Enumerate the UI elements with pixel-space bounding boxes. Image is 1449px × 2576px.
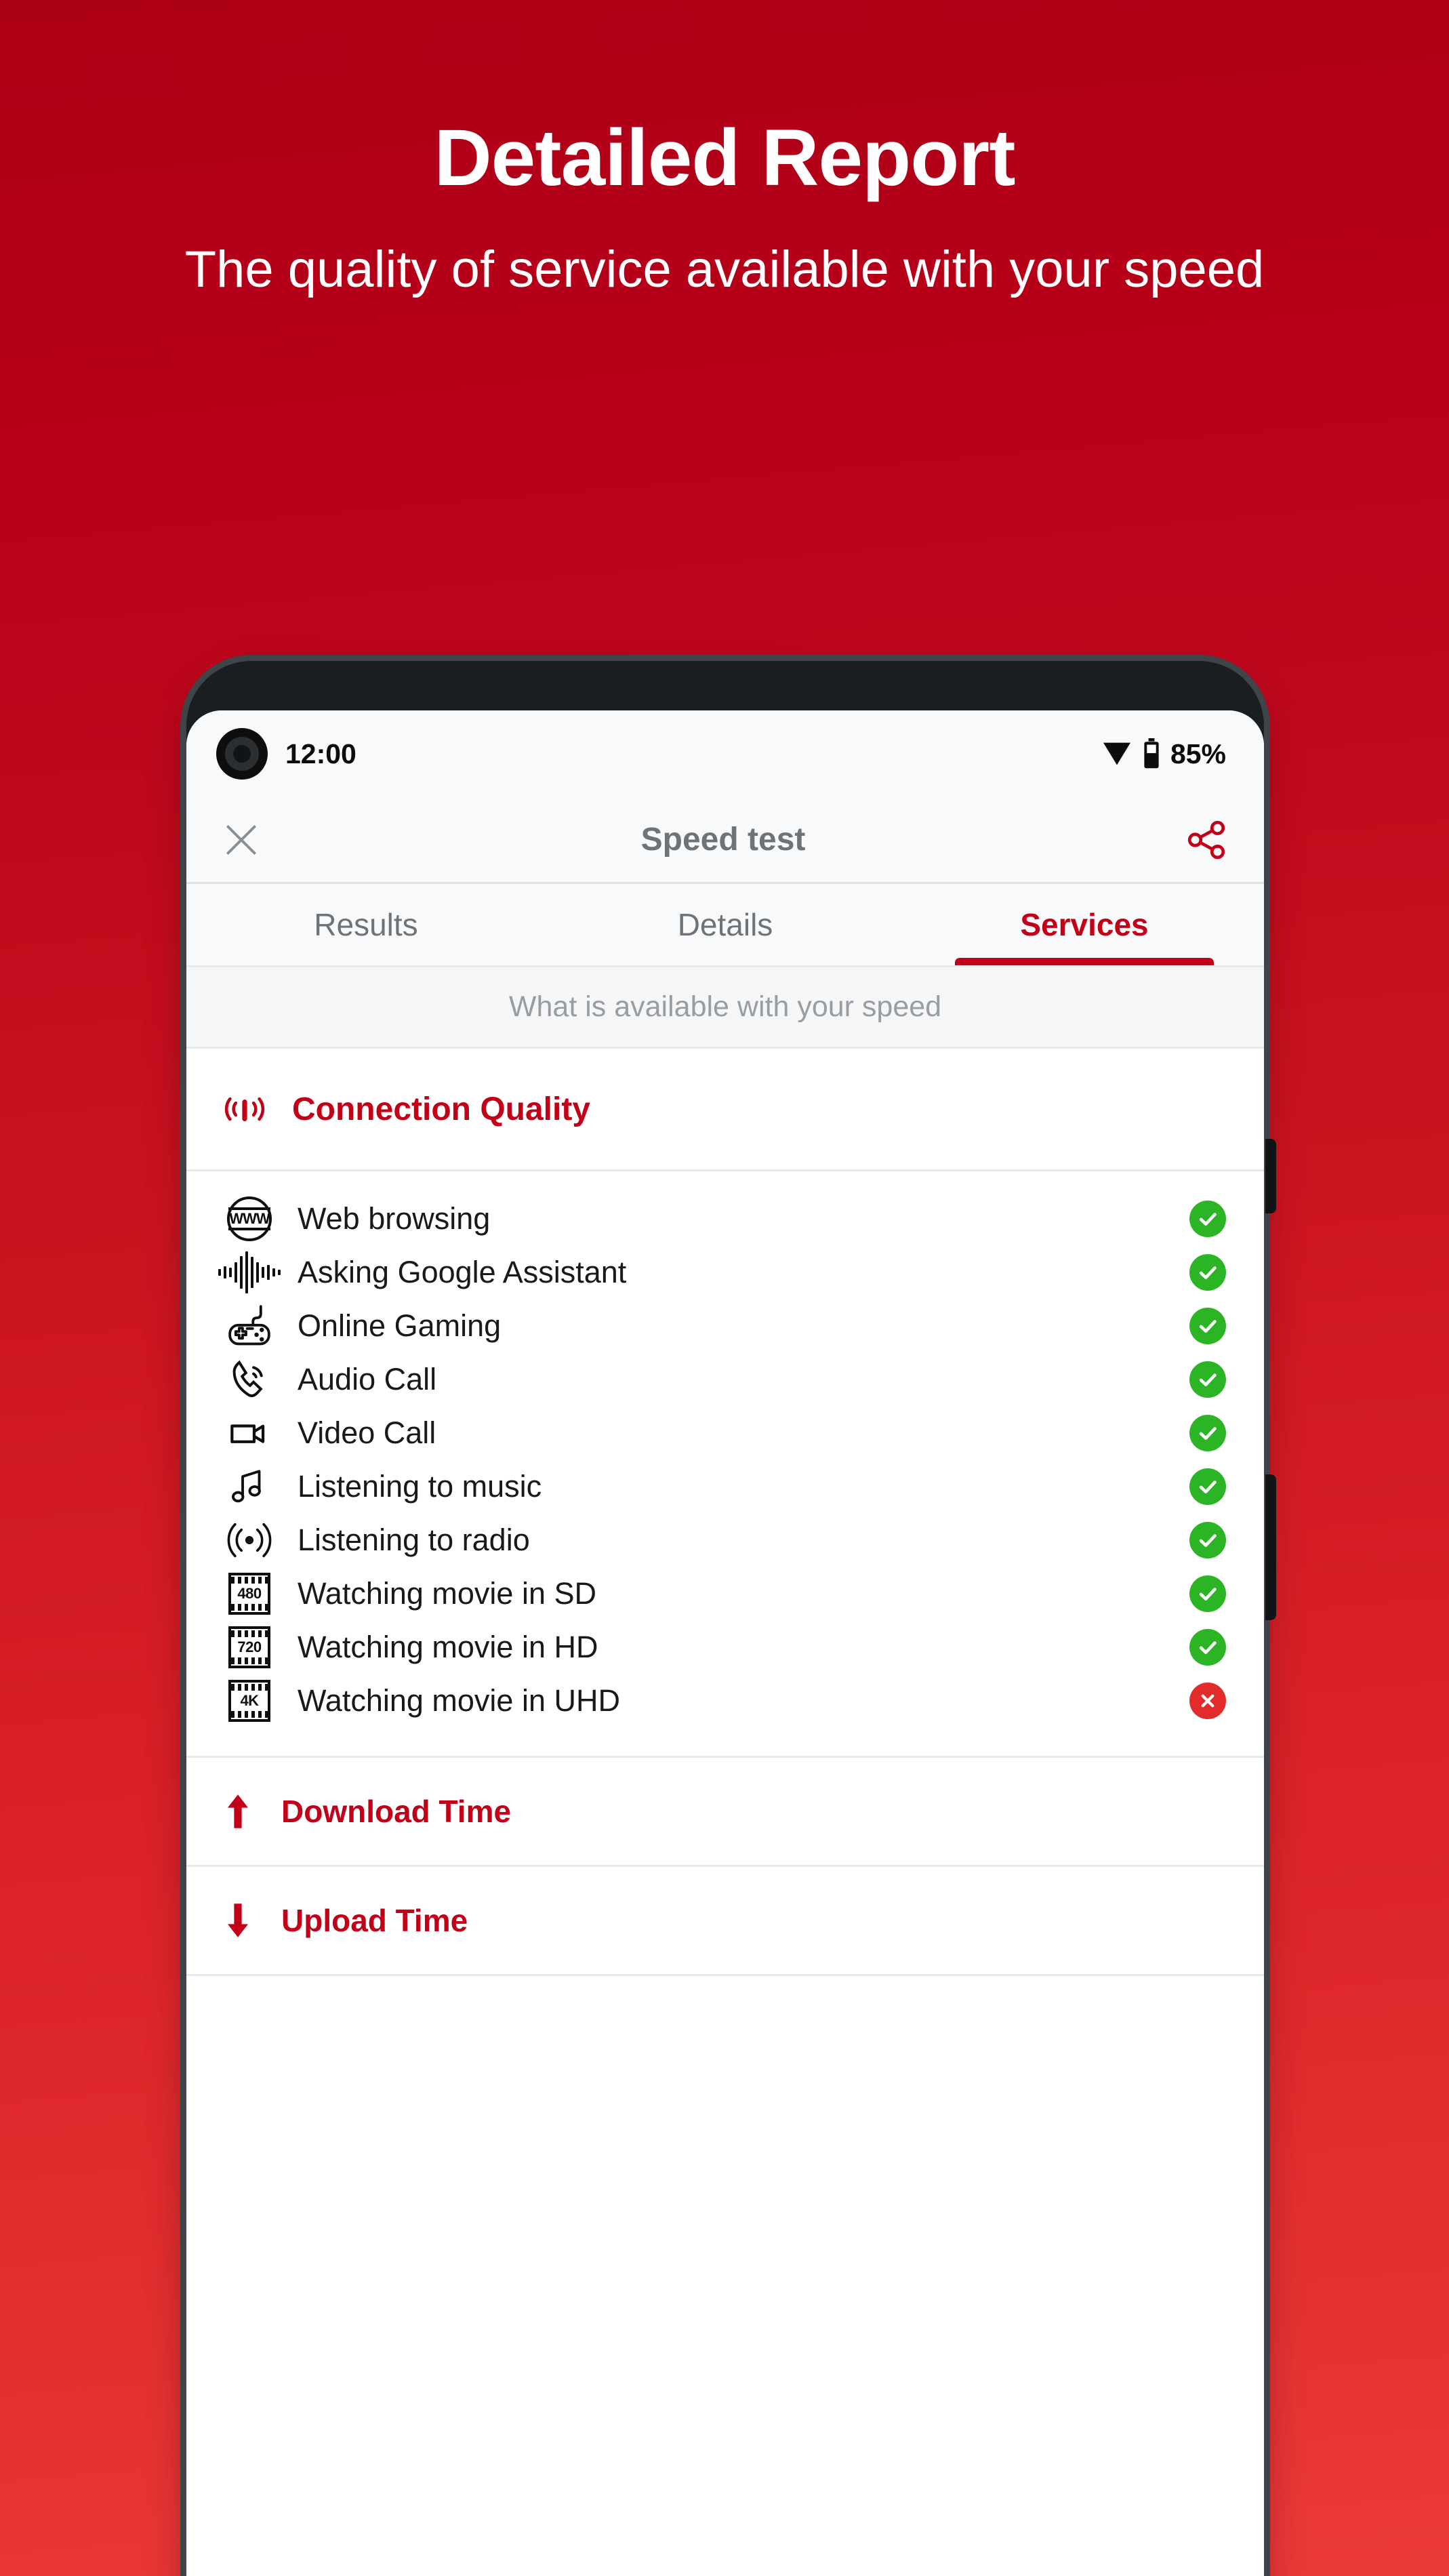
service-row-web-browsing[interactable]: WWW Web browsing xyxy=(186,1192,1264,1245)
service-label: Web browsing xyxy=(298,1201,491,1236)
gamepad-icon xyxy=(220,1302,279,1350)
share-button[interactable] xyxy=(1184,818,1229,862)
status-badge-ok xyxy=(1189,1307,1226,1344)
status-bar: 12:00 85% xyxy=(186,710,1264,797)
status-badge-ok xyxy=(1189,1575,1226,1612)
wifi-icon xyxy=(1103,742,1130,765)
close-icon xyxy=(226,824,257,855)
radio-waves-icon xyxy=(220,1519,279,1561)
status-badge-ok xyxy=(1189,1414,1226,1451)
battery-icon xyxy=(1144,738,1159,769)
promo-subtitle: The quality of service available with yo… xyxy=(184,241,1265,299)
check-icon xyxy=(1199,1426,1217,1440)
status-badge-ok xyxy=(1189,1521,1226,1558)
service-row-online-gaming[interactable]: Online Gaming xyxy=(186,1299,1264,1352)
phone-volume-button[interactable] xyxy=(1265,1139,1276,1213)
antenna-signal-icon xyxy=(224,1097,265,1121)
music-note-icon xyxy=(220,1464,279,1510)
front-camera-punchhole-icon xyxy=(216,728,268,780)
check-icon xyxy=(1199,1533,1217,1547)
status-badge-ok xyxy=(1189,1468,1226,1505)
download-time-label: Download Time xyxy=(281,1794,512,1829)
service-row-listening-to-radio[interactable]: Listening to radio xyxy=(186,1513,1264,1567)
service-label: Video Call xyxy=(298,1415,436,1450)
phone-power-button[interactable] xyxy=(1265,1474,1276,1620)
service-list: WWW Web browsing Asking Google Assistant… xyxy=(186,1171,1264,1756)
status-bar-time: 12:00 xyxy=(285,738,356,769)
video-camera-icon xyxy=(220,1409,279,1457)
service-row-listening-to-music[interactable]: Listening to music xyxy=(186,1460,1264,1513)
connection-quality-title: Connection Quality xyxy=(292,1091,591,1127)
www-globe-icon: WWW xyxy=(220,1196,279,1241)
check-icon xyxy=(1199,1641,1217,1654)
connection-quality-header[interactable]: Connection Quality xyxy=(186,1049,1264,1169)
film-resolution-label: 4K xyxy=(240,1691,259,1709)
empty-content-area xyxy=(186,1976,1264,2288)
service-label: Watching movie in HD xyxy=(298,1629,598,1664)
status-badge-ok xyxy=(1189,1253,1226,1291)
service-label: Watching movie in SD xyxy=(298,1575,596,1611)
status-bar-indicators: 85% xyxy=(1101,738,1226,770)
waveform-icon xyxy=(218,1250,281,1295)
tab-details[interactable]: Details xyxy=(546,884,905,965)
page-title: Speed test xyxy=(640,822,806,858)
app-bar: Speed test xyxy=(186,797,1264,882)
promo-title: Detailed Report xyxy=(434,113,1015,203)
service-row-audio-call[interactable]: Audio Call xyxy=(186,1352,1264,1406)
upload-time-section[interactable]: Upload Time xyxy=(186,1867,1264,1974)
arrow-down-icon xyxy=(227,1904,249,1937)
service-label: Watching movie in UHD xyxy=(298,1683,620,1718)
check-icon xyxy=(1199,1373,1217,1386)
service-label: Listening to music xyxy=(298,1468,542,1504)
service-row-watching-movie-hd[interactable]: 720 Watching movie in HD xyxy=(186,1620,1264,1674)
status-badge-fail xyxy=(1189,1682,1226,1719)
tab-services[interactable]: Services xyxy=(905,884,1264,965)
arrow-up-icon xyxy=(227,1794,249,1828)
service-label: Listening to radio xyxy=(298,1522,530,1557)
check-icon xyxy=(1199,1319,1217,1333)
phone-mockup: 12:00 85% Speed test Results Details Ser… xyxy=(186,661,1276,2576)
service-row-asking-google-assistant[interactable]: Asking Google Assistant xyxy=(186,1245,1264,1299)
check-icon xyxy=(1199,1212,1217,1226)
battery-percent-label: 85% xyxy=(1170,738,1226,769)
service-row-video-call[interactable]: Video Call xyxy=(186,1406,1264,1460)
check-icon xyxy=(1199,1480,1217,1493)
service-row-watching-movie-sd[interactable]: 480 Watching movie in SD xyxy=(186,1567,1264,1620)
status-badge-ok xyxy=(1189,1200,1226,1237)
subtitle-strip: What is available with your speed xyxy=(186,967,1264,1049)
tab-bar: Results Details Services xyxy=(186,882,1264,967)
film-480-icon: 480 xyxy=(220,1572,279,1615)
share-icon xyxy=(1187,820,1225,859)
upload-time-label: Upload Time xyxy=(281,1903,468,1938)
service-label: Audio Call xyxy=(298,1361,437,1396)
film-720-icon: 720 xyxy=(220,1626,279,1668)
promo-copy: Detailed Report The quality of service a… xyxy=(0,115,1449,304)
service-label: Online Gaming xyxy=(298,1308,502,1343)
download-time-section[interactable]: Download Time xyxy=(186,1758,1264,1865)
tab-results[interactable]: Results xyxy=(186,884,546,965)
promo-screenshot: Detailed Report The quality of service a… xyxy=(0,0,1449,2576)
check-icon xyxy=(1199,1266,1217,1279)
service-row-watching-movie-uhd[interactable]: 4K Watching movie in UHD xyxy=(186,1674,1264,1727)
check-icon xyxy=(1199,1587,1217,1601)
phone-screen: 12:00 85% Speed test Results Details Ser… xyxy=(186,710,1264,2576)
phone-call-icon xyxy=(220,1356,279,1403)
close-button[interactable] xyxy=(220,819,262,861)
status-badge-ok xyxy=(1189,1628,1226,1666)
close-icon xyxy=(1201,1694,1215,1707)
film-resolution-label: 480 xyxy=(237,1584,262,1602)
film-4k-icon: 4K xyxy=(220,1679,279,1722)
film-resolution-label: 720 xyxy=(237,1638,262,1655)
service-label: Asking Google Assistant xyxy=(298,1254,627,1289)
status-badge-ok xyxy=(1189,1361,1226,1398)
